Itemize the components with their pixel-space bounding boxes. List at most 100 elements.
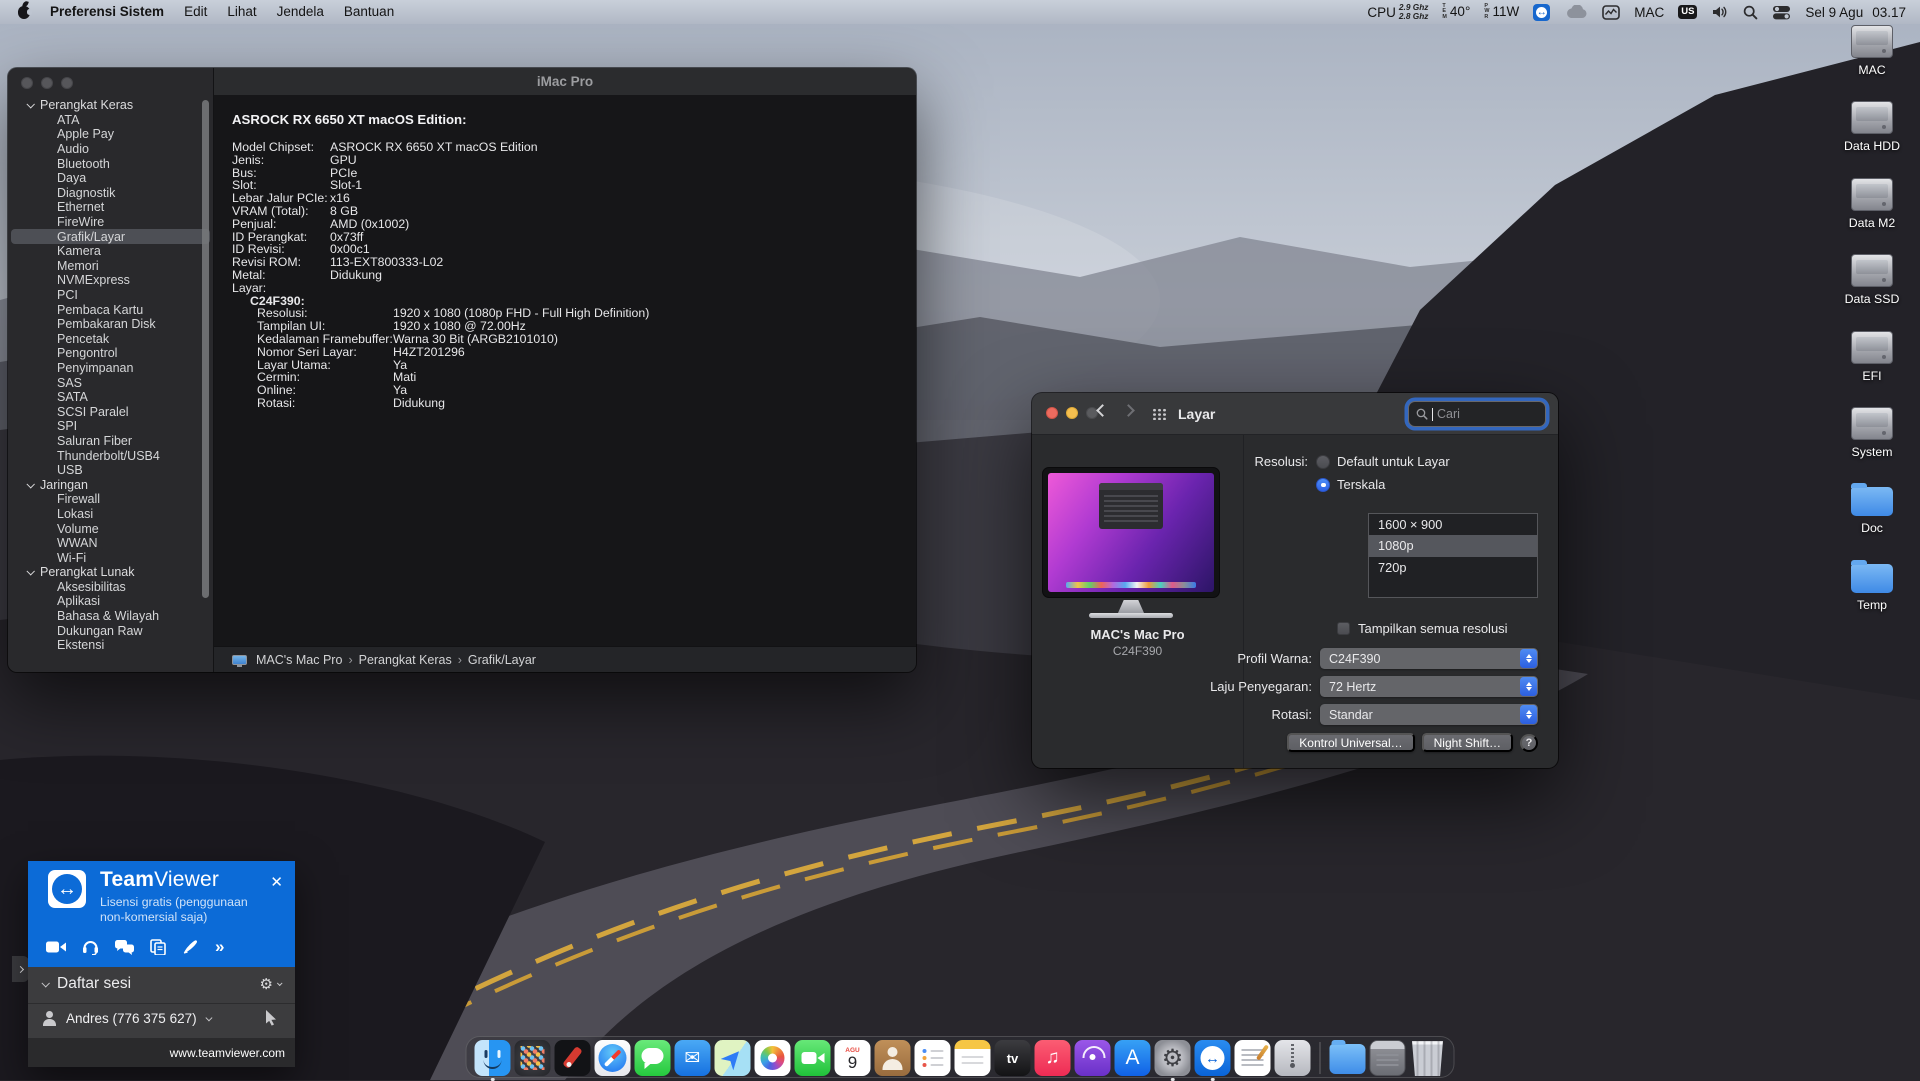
dock-apple-tv-icon[interactable]: tv	[995, 1040, 1031, 1076]
sidebar-item-wwan[interactable]: WWAN	[8, 536, 213, 551]
sidebar-item-aksesibilitas[interactable]: Aksesibilitas	[8, 580, 213, 595]
menu-bantuan[interactable]: Bantuan	[334, 0, 404, 24]
sidebar-item-pembakaran-disk[interactable]: Pembakaran Disk	[8, 317, 213, 332]
radio-default-untuk-layar[interactable]: Default untuk Layar	[1316, 454, 1450, 469]
dock-contacts-icon[interactable]	[875, 1040, 911, 1076]
sidebar-item-kamera[interactable]: Kamera	[8, 244, 213, 259]
dock-textedit-icon[interactable]	[1235, 1040, 1271, 1076]
desktop-icon-system[interactable]: System	[1830, 407, 1914, 459]
sidebar-item-pencetak[interactable]: Pencetak	[8, 332, 213, 347]
night-shift-button[interactable]: Night Shift…	[1422, 733, 1513, 752]
session-section[interactable]: Daftar sesi	[42, 975, 131, 993]
menu-edit[interactable]: Edit	[174, 0, 217, 24]
show-all-resolutions-checkbox[interactable]: Tampilkan semua resolusi	[1337, 621, 1508, 636]
sidebar-scrollbar[interactable]	[202, 100, 209, 598]
annotate-icon[interactable]	[182, 939, 199, 955]
dock-downloads-folder-icon[interactable]	[1330, 1044, 1366, 1074]
sidebar-item-volume[interactable]: Volume	[8, 521, 213, 536]
sidebar-item-penyimpanan[interactable]: Penyimpanan	[8, 361, 213, 376]
sidebar-item-apple-pay[interactable]: Apple Pay	[8, 127, 213, 142]
dock-teamviewer-icon[interactable]: ↔	[1195, 1040, 1231, 1076]
desktop-icon-data-m2[interactable]: Data M2	[1830, 178, 1914, 230]
sidebar-item-firewall[interactable]: Firewall	[8, 492, 213, 507]
activity-chart-icon[interactable]	[1602, 5, 1620, 20]
sidebar-group-perangkat-lunak[interactable]: Perangkat Lunak	[8, 565, 213, 580]
sidebar-item-diagnostik[interactable]: Diagnostik	[8, 186, 213, 201]
sidebar-item-sas[interactable]: SAS	[8, 375, 213, 390]
sidebar-item-firewire[interactable]: FireWire	[8, 215, 213, 230]
show-all-grid-icon[interactable]	[1152, 408, 1167, 420]
dock-podcasts-icon[interactable]	[1075, 1040, 1111, 1076]
hostname-status[interactable]: MAC	[1634, 5, 1664, 20]
sidebar-group-jaringan[interactable]: Jaringan	[8, 477, 213, 492]
menu-preferensi-sistem[interactable]: Preferensi Sistem	[40, 0, 174, 24]
teamviewer-menu-icon[interactable]	[1533, 4, 1550, 21]
breadcrumb-mac-s-mac-pro[interactable]: MAC's Mac Pro	[256, 653, 342, 667]
dock-calendar-icon[interactable]: AGU9	[835, 1040, 871, 1076]
sidebar-item-dukungan-raw[interactable]: Dukungan Raw	[8, 623, 213, 638]
minimize-button[interactable]	[1066, 407, 1078, 419]
sidebar-item-sata[interactable]: SATA	[8, 390, 213, 405]
sidebar-item-saluran-fiber[interactable]: Saluran Fiber	[8, 434, 213, 449]
dock-facetime-icon[interactable]	[795, 1040, 831, 1076]
input-source-badge[interactable]: US	[1678, 5, 1697, 19]
sidebar-item-pengontrol[interactable]: Pengontrol	[8, 346, 213, 361]
desktop-icon-data-ssd[interactable]: Data SSD	[1830, 254, 1914, 306]
dock-archive-utility-icon[interactable]	[1275, 1040, 1311, 1076]
desktop-icon-temp[interactable]: Temp	[1830, 560, 1914, 612]
connect-cursor-icon[interactable]	[264, 1009, 279, 1029]
zoom-button[interactable]	[61, 77, 73, 89]
minimize-button[interactable]	[41, 77, 53, 89]
sidebar-item-ethernet[interactable]: Ethernet	[8, 200, 213, 215]
sidebar-item-lokasi[interactable]: Lokasi	[8, 507, 213, 522]
sidebar-item-ata[interactable]: ATA	[8, 113, 213, 128]
help-button[interactable]: ?	[1520, 734, 1538, 752]
cpu-status[interactable]: CPU 2.9 Ghz2.8 Ghz	[1367, 3, 1428, 20]
teamviewer-website-link[interactable]: www.teamviewer.com	[170, 1046, 285, 1060]
desktop-icon-data-hdd[interactable]: Data HDD	[1830, 101, 1914, 153]
dock-system-preferences-icon[interactable]: ⚙	[1155, 1040, 1191, 1076]
dock-minimized-window-icon[interactable]	[1370, 1040, 1406, 1076]
close-icon[interactable]: ✕	[270, 875, 283, 890]
sidebar-item-nvmexpress[interactable]: NVMExpress	[8, 273, 213, 288]
desktop-icon-doc[interactable]: Doc	[1830, 483, 1914, 535]
dock-app-store-icon[interactable]: A	[1115, 1040, 1151, 1076]
back-button[interactable]	[1096, 404, 1109, 417]
close-button[interactable]	[1046, 407, 1058, 419]
dock-maps-icon[interactable]	[715, 1040, 751, 1076]
sidebar-item-bahasa-wilayah[interactable]: Bahasa & Wilayah	[8, 609, 213, 624]
dock-trash-icon[interactable]	[1410, 1040, 1446, 1076]
radio-terskala[interactable]: Terskala	[1316, 477, 1385, 492]
dropdown-profil-warna[interactable]: C24F390	[1320, 648, 1538, 669]
checkbox-box[interactable]	[1337, 622, 1350, 635]
menu-lihat[interactable]: Lihat	[217, 0, 266, 24]
dock-photos-icon[interactable]	[755, 1040, 791, 1076]
breadcrumb-grafik-layar[interactable]: Grafik/Layar	[468, 653, 536, 667]
dock-launchpad-icon[interactable]	[515, 1040, 551, 1076]
spotlight-search-icon[interactable]	[1743, 5, 1758, 20]
resolution-option-720p[interactable]: 720p	[1369, 557, 1537, 578]
dock-reminders-icon[interactable]	[915, 1040, 951, 1076]
desktop-icon-efi[interactable]: EFI	[1830, 331, 1914, 383]
session-item[interactable]: Andres (776 375 627)	[42, 1011, 210, 1026]
volume-icon[interactable]	[1711, 5, 1729, 19]
dock-music-icon[interactable]: ♫	[1035, 1040, 1071, 1076]
sidebar-item-wi-fi[interactable]: Wi-Fi	[8, 550, 213, 565]
copy-icon[interactable]	[150, 939, 166, 955]
apple-menu[interactable]	[12, 6, 38, 19]
resolution-option-1600-900[interactable]: 1600 × 900	[1369, 514, 1537, 535]
sidebar-item-ekstensi[interactable]: Ekstensi	[8, 638, 213, 653]
sidebar-item-daya[interactable]: Daya	[8, 171, 213, 186]
menu-jendela[interactable]: Jendela	[267, 0, 334, 24]
menu-clock[interactable]: Sel 9 Agu 03.17	[1805, 5, 1906, 20]
desktop-icon-mac[interactable]: MAC	[1830, 25, 1914, 77]
sidebar-group-perangkat-keras[interactable]: Perangkat Keras	[8, 98, 213, 113]
sidebar-item-usb[interactable]: USB	[8, 463, 213, 478]
breadcrumb-perangkat-keras[interactable]: Perangkat Keras	[359, 653, 452, 667]
power-status[interactable]: PWR 11W	[1484, 4, 1519, 20]
dropdown-laju-penyegaran[interactable]: 72 Hertz	[1320, 676, 1538, 697]
control-center-icon[interactable]	[1772, 5, 1791, 20]
dock-messages-icon[interactable]	[635, 1040, 671, 1076]
video-call-icon[interactable]	[46, 940, 66, 954]
sidebar-item-audio[interactable]: Audio	[8, 142, 213, 157]
